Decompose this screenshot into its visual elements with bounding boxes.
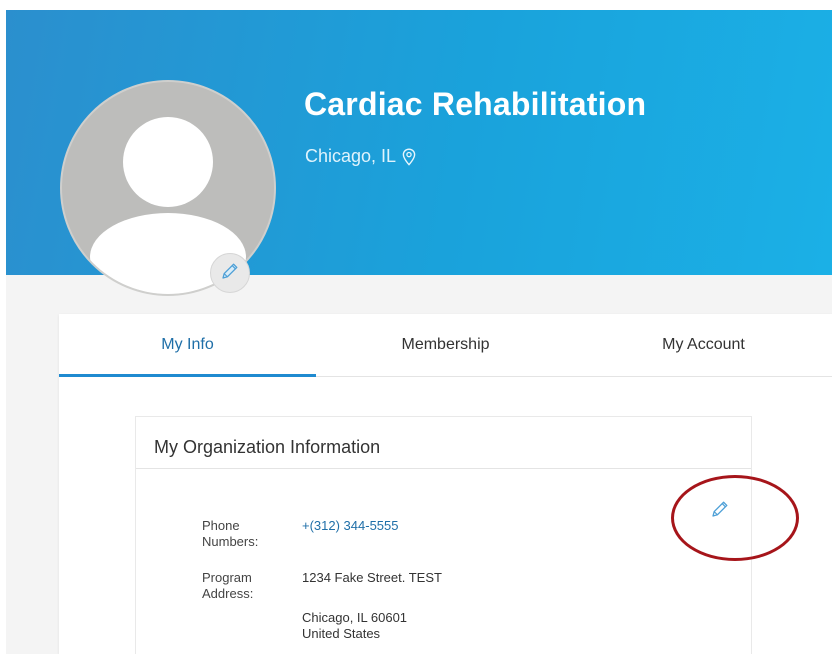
edit-organization-button[interactable] <box>709 498 731 520</box>
address-line-3: United States <box>302 626 381 641</box>
panel-divider <box>136 468 751 469</box>
location-text: Chicago, IL <box>305 146 397 166</box>
address-label: Program Address: <box>202 570 254 601</box>
profile-card: My Info Membership My Account My Organiz… <box>59 314 832 654</box>
tab-my-account[interactable]: My Account <box>575 314 832 376</box>
pencil-icon <box>709 501 731 524</box>
organization-info-panel: My Organization Information Phone Number… <box>135 416 752 654</box>
profile-page: Cardiac Rehabilitation Chicago, IL My In… <box>0 0 832 654</box>
map-pin-icon <box>402 147 416 166</box>
address-line-1: 1234 Fake Street. TEST <box>302 570 442 585</box>
address-line-2: Chicago, IL 60601 <box>302 610 408 625</box>
organization-name: Cardiac Rehabilitation <box>304 86 647 122</box>
profile-tabs: My Info Membership My Account <box>59 314 832 377</box>
top-margin <box>0 0 832 10</box>
tab-my-info[interactable]: My Info <box>59 314 316 377</box>
location: Chicago, IL <box>305 146 416 167</box>
phone-label: Phone Numbers: <box>202 518 259 549</box>
tab-membership[interactable]: Membership <box>316 314 575 376</box>
edit-avatar-button[interactable] <box>210 253 250 293</box>
panel-title: My Organization Information <box>154 437 381 457</box>
pencil-icon <box>219 260 241 287</box>
phone-value[interactable]: +(312) 344-5555 <box>302 518 399 534</box>
